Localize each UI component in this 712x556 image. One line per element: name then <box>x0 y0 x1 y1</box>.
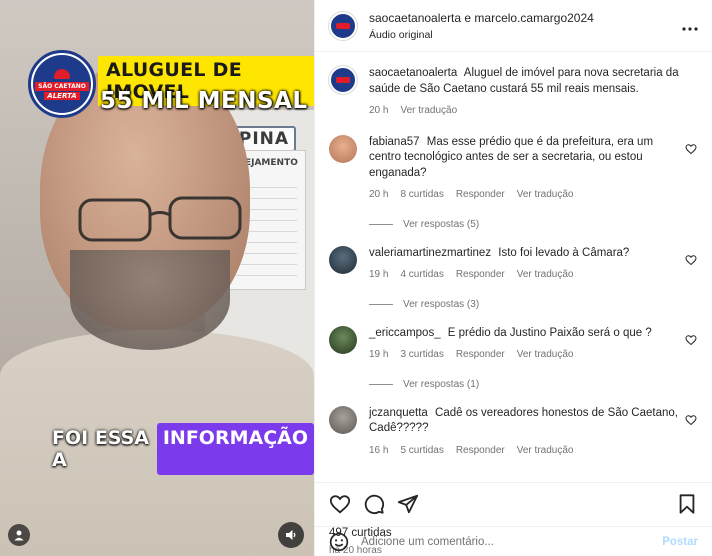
emoji-icon[interactable] <box>329 532 349 552</box>
reply-button[interactable]: Responder <box>456 267 505 283</box>
comment-username[interactable]: _ericcampos_ <box>369 327 441 339</box>
comment-like-heart-icon[interactable] <box>684 334 698 346</box>
more-horizontal-icon <box>682 27 698 31</box>
glasses-shape <box>78 196 242 242</box>
comment-text: Isto foi levado à Câmara? <box>498 246 630 259</box>
comments-list[interactable]: saocaetanoalerta Aluguel de imóvel para … <box>315 52 712 482</box>
comment-likes[interactable]: 3 curtidas <box>400 347 443 363</box>
comment-icon[interactable] <box>363 493 385 515</box>
view-replies-button[interactable]: Ver respostas (1) <box>369 379 698 390</box>
video-caption: FOI ESSA A INFORMAÇÃO <box>52 423 314 475</box>
reel-video[interactable]: ALPINA PLANEJAMENTO SÃO CAETANO ALERTA A… <box>0 0 314 556</box>
post-modal: ALPINA PLANEJAMENTO SÃO CAETANO ALERTA A… <box>0 0 712 556</box>
translate-link[interactable]: Ver tradução <box>517 443 574 459</box>
comment-item: jczanquetta Cadê os vereadores honestos … <box>329 405 698 459</box>
comment-likes[interactable]: 4 curtidas <box>400 267 443 283</box>
sao-caetano-alerta-logo: SÃO CAETANO ALERTA <box>28 50 96 118</box>
view-replies-label[interactable]: Ver respostas (3) <box>403 299 479 310</box>
video-headline-line2: 55 MIL MENSAL <box>100 88 308 114</box>
translate-link[interactable]: Ver tradução <box>517 267 574 283</box>
comment-item: valeriamartinezmartinez Isto foi levado … <box>329 245 698 310</box>
speaker-icon <box>286 530 296 540</box>
translate-link[interactable]: Ver tradução <box>517 347 574 363</box>
video-caption-plain: FOI ESSA A <box>52 427 150 471</box>
heart-icon[interactable] <box>329 493 351 515</box>
avatar[interactable] <box>329 245 357 274</box>
comment-username[interactable]: valeriamartinezmartinez <box>369 247 491 259</box>
translate-link[interactable]: Ver tradução <box>400 103 457 119</box>
comment-time: 20 h <box>369 189 389 200</box>
divider <box>369 223 393 225</box>
comment-likes[interactable]: 8 curtidas <box>400 187 443 203</box>
avatar[interactable] <box>329 405 357 434</box>
translate-link[interactable]: Ver tradução <box>517 187 574 203</box>
more-options-button[interactable] <box>682 15 698 36</box>
caption-username[interactable]: saocaetanoalerta <box>369 67 457 79</box>
reply-button[interactable]: Responder <box>456 443 505 459</box>
comment-likes[interactable]: 5 curtidas <box>400 443 443 459</box>
avatar[interactable] <box>329 11 357 40</box>
logo-text-line2: ALERTA <box>44 91 80 100</box>
avatar[interactable] <box>329 66 357 94</box>
tagged-users-button[interactable] <box>8 524 30 546</box>
comment-time: 16 h <box>369 444 389 456</box>
post-caption: saocaetanoalerta Aluguel de imóvel para … <box>329 66 698 119</box>
logo-text-line1: SÃO CAETANO <box>35 81 89 91</box>
divider <box>369 383 393 385</box>
view-replies-button[interactable]: Ver respostas (3) <box>369 299 698 310</box>
post-header: saocaetanoalerta e marcelo.camargo2024 Á… <box>315 0 712 52</box>
comment-item: fabiana57 Mas esse prédio que é da prefe… <box>329 134 698 230</box>
share-icon[interactable] <box>397 493 419 515</box>
avatar[interactable] <box>329 325 357 354</box>
comment-time: 19 h <box>369 269 389 280</box>
reply-button[interactable]: Responder <box>456 187 505 203</box>
user-icon <box>14 530 24 541</box>
comment-like-heart-icon[interactable] <box>684 414 698 426</box>
caption-time: 20 h <box>369 105 389 116</box>
view-replies-button[interactable]: Ver respostas (5) <box>369 219 698 230</box>
divider <box>369 303 393 305</box>
post-side-panel: saocaetanoalerta e marcelo.camargo2024 Á… <box>314 0 712 556</box>
video-caption-highlight: INFORMAÇÃO <box>156 423 314 475</box>
post-authors[interactable]: saocaetanoalerta e marcelo.camargo2024 <box>369 11 682 25</box>
add-comment-bar: Postar <box>315 526 712 556</box>
person-beard <box>70 250 230 350</box>
view-replies-label[interactable]: Ver respostas (5) <box>403 219 479 230</box>
comment-like-heart-icon[interactable] <box>684 143 698 155</box>
comment-text: E prédio da Justino Paixão será o que ? <box>447 326 652 339</box>
comment-item: _ericcampos_ E prédio da Justino Paixão … <box>329 325 698 390</box>
comment-input[interactable] <box>361 535 663 548</box>
comment-time: 19 h <box>369 349 389 360</box>
sound-toggle-button[interactable] <box>278 522 304 548</box>
avatar[interactable] <box>329 134 357 163</box>
audio-label[interactable]: Áudio original <box>369 29 682 41</box>
reply-button[interactable]: Responder <box>456 347 505 363</box>
comment-like-heart-icon[interactable] <box>684 254 698 266</box>
siren-icon <box>54 68 70 79</box>
view-replies-label[interactable]: Ver respostas (1) <box>403 379 479 390</box>
comment-username[interactable]: fabiana57 <box>369 136 420 148</box>
comment-username[interactable]: jczanquetta <box>369 407 428 419</box>
bookmark-icon[interactable] <box>676 493 698 515</box>
post-button[interactable]: Postar <box>662 536 698 548</box>
